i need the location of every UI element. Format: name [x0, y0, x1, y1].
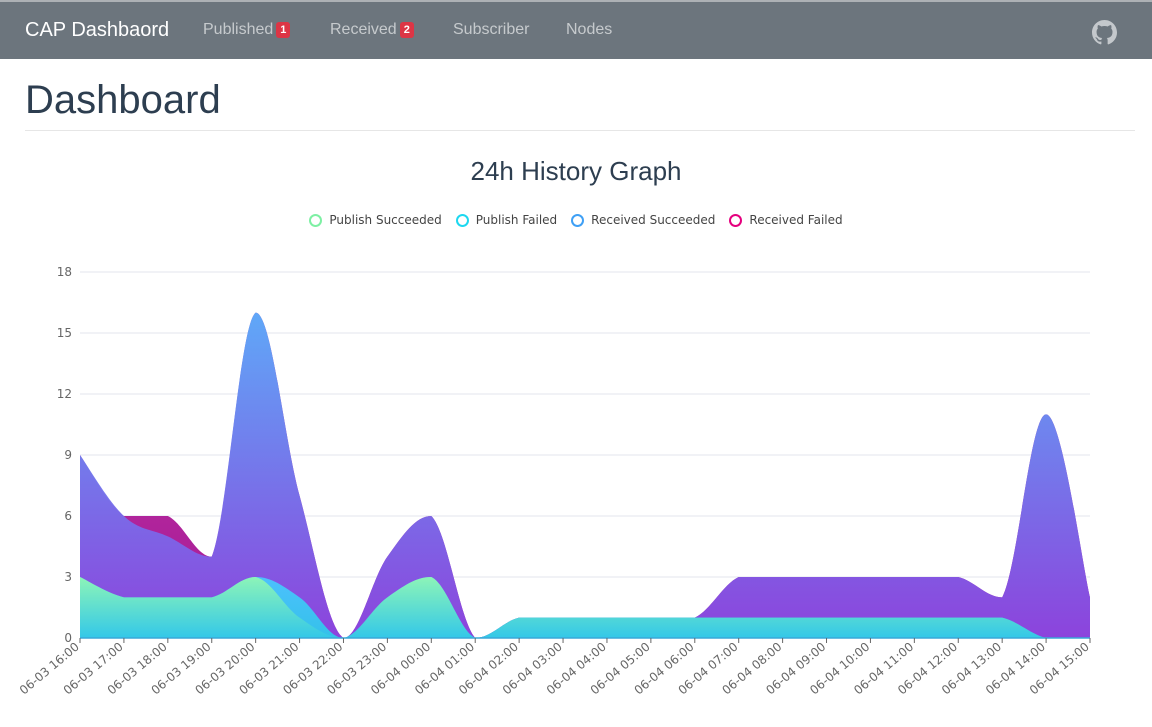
legend-marker-icon — [455, 213, 469, 227]
legend-label: Received Succeeded — [591, 213, 716, 227]
top-navbar: CAP Dashbaord Published 1 Received 2 Subsc… — [0, 0, 1152, 59]
legend-publish-failed[interactable]: Publish Failed — [455, 213, 558, 227]
title-divider — [25, 130, 1135, 131]
legend-marker-icon — [571, 213, 585, 227]
nav-received[interactable]: Received 2 — [330, 21, 414, 39]
nav-received-label: Received — [330, 21, 397, 38]
legend-label: Publish Failed — [475, 213, 558, 227]
nav-published-label: Published — [203, 21, 274, 38]
y-tick-label: 15 — [57, 326, 72, 340]
history-area-chart: 036912151806-03 16:0006-03 17:0006-03 18… — [17, 265, 1092, 697]
published-count-badge: 1 — [276, 22, 291, 38]
chart-title: 24h History Graph — [470, 156, 682, 186]
chart-legend: Publish Succeeded Publish Failed Receive… — [0, 213, 1152, 227]
nav-published[interactable]: Published 1 — [203, 21, 291, 39]
legend-label: Publish Succeeded — [329, 213, 442, 227]
y-tick-label: 3 — [64, 570, 72, 584]
nav-subscriber[interactable]: Subscriber — [453, 21, 529, 39]
page-title: Dashboard — [25, 78, 221, 122]
y-tick-label: 9 — [64, 448, 72, 462]
legend-label: Received Failed — [749, 213, 843, 227]
y-tick-label: 18 — [57, 265, 72, 279]
legend-received-succeeded[interactable]: Received Succeeded — [571, 213, 715, 227]
nav-nodes[interactable]: Nodes — [566, 21, 612, 39]
legend-received-failed[interactable]: Received Failed — [729, 213, 843, 227]
y-tick-label: 6 — [64, 509, 72, 523]
brand-link[interactable]: CAP Dashbaord — [25, 19, 169, 42]
github-icon[interactable] — [1092, 20, 1117, 45]
legend-marker-icon — [729, 213, 743, 227]
received-count-badge: 2 — [399, 22, 414, 38]
legend-marker-icon — [309, 213, 323, 227]
y-tick-label: 12 — [57, 387, 72, 401]
legend-publish-succeeded[interactable]: Publish Succeeded — [309, 213, 442, 227]
